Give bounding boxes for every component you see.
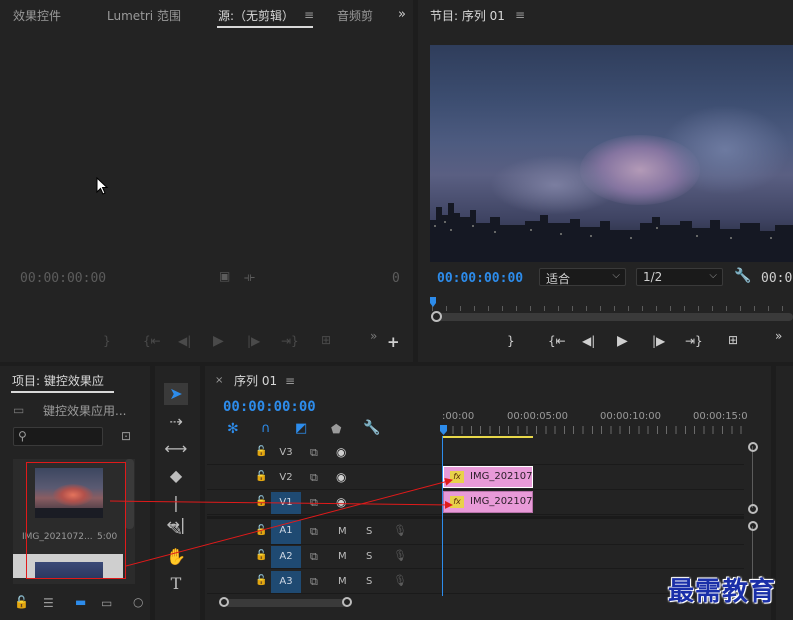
watermark-text: 最需教育: [668, 577, 777, 607]
annotation-arrows: [109, 477, 453, 567]
